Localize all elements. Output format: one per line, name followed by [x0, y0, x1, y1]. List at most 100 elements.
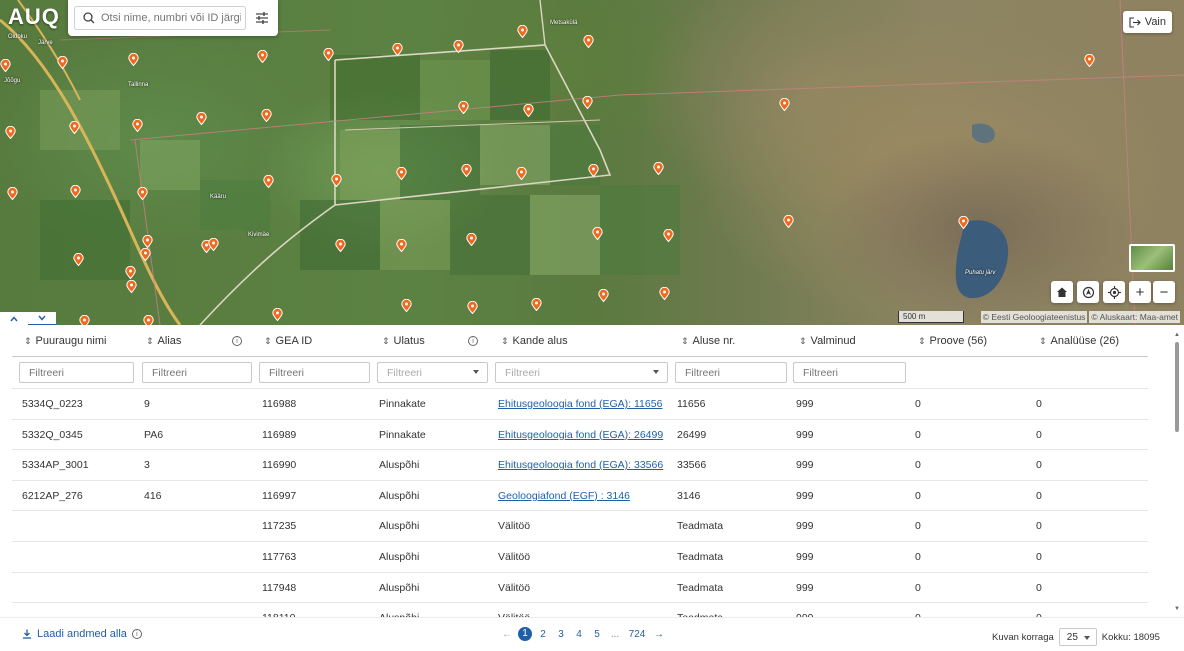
filter-settings-button[interactable]: [252, 8, 272, 28]
borehole-marker-icon[interactable]: [461, 164, 472, 177]
kande-alus-link[interactable]: Ehitusgeoloogia fond (EGA): 26499: [498, 420, 663, 450]
borehole-marker-icon[interactable]: [196, 112, 207, 125]
borehole-marker-icon[interactable]: [467, 301, 478, 314]
alias-info-button[interactable]: i: [232, 325, 242, 357]
borehole-marker-icon[interactable]: [663, 229, 674, 242]
locate-button[interactable]: [1103, 281, 1125, 303]
logout-button[interactable]: Vain: [1122, 11, 1172, 33]
ulatus-info-button[interactable]: i: [468, 325, 478, 357]
borehole-marker-icon[interactable]: [588, 164, 599, 177]
download-data-button[interactable]: Laadi andmed alla i: [22, 628, 142, 640]
borehole-marker-icon[interactable]: [323, 48, 334, 61]
app-logo[interactable]: AUQ: [8, 4, 60, 30]
borehole-marker-icon[interactable]: [458, 101, 469, 114]
filter-ulatus-select[interactable]: Filtreeri: [377, 362, 488, 383]
column-header-ulatus[interactable]: ⇕ Ulatus: [382, 325, 425, 357]
column-header-name[interactable]: ⇕ Puuraugu nimi: [24, 325, 106, 357]
column-header-gea-id[interactable]: ⇕ GEA ID: [264, 325, 312, 357]
search-input[interactable]: [101, 12, 241, 24]
rotate-reset-button[interactable]: [1077, 281, 1099, 303]
borehole-marker-icon[interactable]: [516, 167, 527, 180]
expand-table-button[interactable]: [28, 312, 56, 325]
borehole-marker-icon[interactable]: [70, 185, 81, 198]
borehole-marker-icon[interactable]: [331, 174, 342, 187]
borehole-marker-icon[interactable]: [69, 121, 80, 134]
column-header-valminud[interactable]: ⇕ Valminud: [799, 325, 856, 357]
column-header-aluse-nr[interactable]: ⇕ Aluse nr.: [681, 325, 735, 357]
attribution-basemap[interactable]: © Aluskaart: Maa-amet: [1089, 311, 1180, 323]
borehole-marker-icon[interactable]: [142, 235, 153, 248]
page-link[interactable]: 4: [570, 629, 588, 640]
table-scrollbar[interactable]: ▲ ▼: [1174, 332, 1180, 612]
scrollbar-thumb[interactable]: [1175, 342, 1179, 432]
borehole-marker-icon[interactable]: [0, 59, 11, 72]
borehole-marker-icon[interactable]: [396, 239, 407, 252]
table-row[interactable]: 5334AP_3001 3 116990 Aluspõhi Ehitusgeoloogi…: [12, 449, 1148, 480]
borehole-marker-icon[interactable]: [125, 266, 136, 279]
table-row[interactable]: 6212AP_276 416 116997 Aluspõhi Geoloogiafond…: [12, 479, 1148, 511]
kande-alus-link[interactable]: Geoloogiafond (EGF) : 3146: [498, 481, 630, 511]
expand-map-button[interactable]: [0, 312, 28, 325]
page-link-last[interactable]: 724: [624, 629, 650, 640]
borehole-marker-icon[interactable]: [1084, 54, 1095, 67]
kande-alus-link[interactable]: Ehitusgeoloogia fond (EGA): 11656: [498, 389, 662, 419]
prev-page-button[interactable]: ←: [498, 629, 516, 640]
map-view[interactable]: Oidoku Järve Metsakülä Tallinna Kääru Ki…: [0, 0, 1184, 325]
borehole-marker-icon[interactable]: [401, 299, 412, 312]
borehole-marker-icon[interactable]: [583, 35, 594, 48]
table-row[interactable]: 117948 Aluspõhi Välitöö Teadmata 999 0 0: [12, 571, 1148, 603]
borehole-marker-icon[interactable]: [517, 25, 528, 38]
zoom-in-button[interactable]: +: [1129, 281, 1151, 303]
borehole-marker-icon[interactable]: [261, 109, 272, 122]
attribution-egt[interactable]: © Eesti Geoloogiateenistus: [980, 311, 1088, 323]
page-current[interactable]: 1: [518, 627, 532, 641]
borehole-marker-icon[interactable]: [659, 287, 670, 300]
borehole-marker-icon[interactable]: [272, 308, 283, 321]
table-row[interactable]: 118110 Aluspõhi Välitöö Teadmata 999 0 0: [12, 602, 1148, 617]
borehole-marker-icon[interactable]: [257, 50, 268, 63]
filter-name-input[interactable]: [19, 362, 134, 383]
home-button[interactable]: [1051, 281, 1073, 303]
borehole-marker-icon[interactable]: [73, 253, 84, 266]
zoom-out-button[interactable]: −: [1153, 281, 1175, 303]
borehole-marker-icon[interactable]: [5, 126, 16, 139]
basemap-switcher[interactable]: [1129, 244, 1175, 272]
borehole-marker-icon[interactable]: [132, 119, 143, 132]
borehole-marker-icon[interactable]: [143, 315, 154, 325]
borehole-marker-icon[interactable]: [653, 162, 664, 175]
borehole-marker-icon[interactable]: [523, 104, 534, 117]
table-row[interactable]: 117763 Aluspõhi Välitöö Teadmata 999 0 0: [12, 541, 1148, 572]
borehole-marker-icon[interactable]: [779, 98, 790, 111]
borehole-marker-icon[interactable]: [392, 43, 403, 56]
filter-aluse-nr-input[interactable]: [675, 362, 787, 383]
borehole-marker-icon[interactable]: [598, 289, 609, 302]
borehole-marker-icon[interactable]: [57, 56, 68, 69]
column-header-kande-alus[interactable]: ⇕ Kande alus: [501, 325, 568, 357]
borehole-marker-icon[interactable]: [263, 175, 274, 188]
filter-valminud-input[interactable]: [793, 362, 906, 383]
filter-gea-id-input[interactable]: [259, 362, 370, 383]
borehole-marker-icon[interactable]: [396, 167, 407, 180]
page-link[interactable]: 2: [534, 629, 552, 640]
borehole-marker-icon[interactable]: [79, 315, 90, 325]
filter-alias-input[interactable]: [142, 362, 252, 383]
borehole-marker-icon[interactable]: [958, 216, 969, 229]
borehole-marker-icon[interactable]: [7, 187, 18, 200]
kande-alus-link[interactable]: Ehitusgeoloogia fond (EGA): 33566: [498, 450, 663, 480]
borehole-marker-icon[interactable]: [592, 227, 603, 240]
info-icon[interactable]: i: [131, 629, 142, 639]
page-link[interactable]: 5: [588, 629, 606, 640]
search-field[interactable]: [74, 6, 246, 30]
borehole-marker-icon[interactable]: [582, 96, 593, 109]
column-header-proove[interactable]: ⇕ Proove (56): [918, 325, 987, 357]
table-row[interactable]: 5334Q_0223 9 116988 Pinnakate Ehitusgeoloogi…: [12, 388, 1148, 419]
borehole-marker-icon[interactable]: [531, 298, 542, 311]
column-header-analuuse[interactable]: ⇕ Analüüse (26): [1039, 325, 1119, 357]
scroll-down-icon[interactable]: ▼: [1174, 606, 1180, 612]
column-header-alias[interactable]: ⇕ Alias: [146, 325, 181, 357]
borehole-marker-icon[interactable]: [335, 239, 346, 252]
filter-kande-alus-select[interactable]: Filtreeri: [495, 362, 668, 383]
next-page-button[interactable]: →: [650, 629, 668, 640]
page-link[interactable]: 3: [552, 629, 570, 640]
borehole-marker-icon[interactable]: [126, 280, 137, 293]
